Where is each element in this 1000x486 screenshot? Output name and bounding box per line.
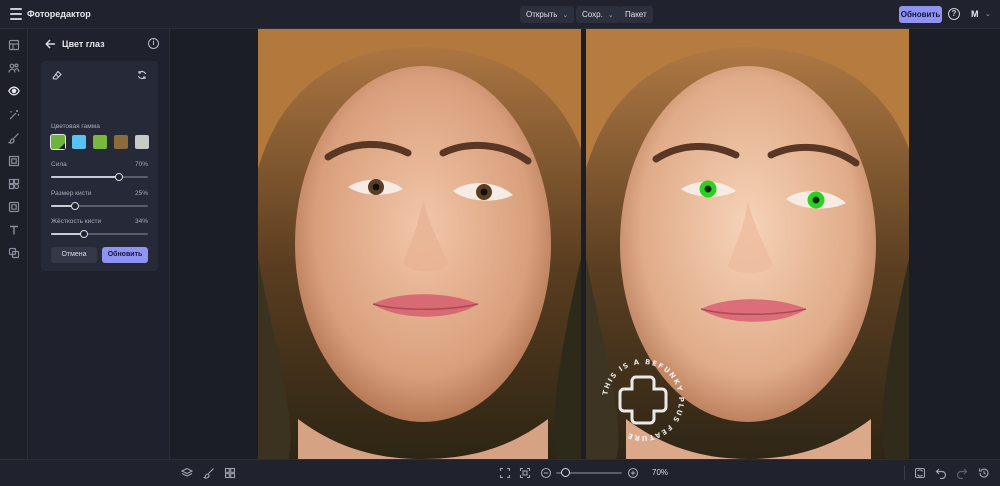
divider bbox=[904, 466, 905, 480]
canvas-area[interactable] bbox=[171, 29, 1000, 459]
hamburger-menu-icon[interactable] bbox=[10, 8, 22, 20]
history-icon[interactable] bbox=[978, 467, 990, 479]
save-menu-button[interactable]: Сохр. ⌄ bbox=[576, 6, 620, 23]
brush-hardness-slider-handle[interactable] bbox=[79, 230, 88, 238]
app-title: Фоторедактор bbox=[27, 9, 91, 19]
graphics-icon[interactable] bbox=[8, 178, 20, 190]
zoom-out-icon[interactable] bbox=[540, 467, 552, 479]
befunky-plus-badge-icon: THIS IS A BEFUNKY PLUS FEATURE bbox=[601, 358, 685, 442]
texture-icon[interactable] bbox=[8, 247, 20, 259]
zoom-slider-handle[interactable] bbox=[561, 468, 570, 477]
strength-slider[interactable] bbox=[51, 173, 148, 181]
layers-stack-icon[interactable] bbox=[181, 467, 193, 479]
strength-value: 70% bbox=[134, 161, 148, 168]
fit-to-screen-icon[interactable] bbox=[499, 467, 511, 479]
brush-size-value: 25% bbox=[134, 190, 148, 197]
apply-button[interactable]: Обновить bbox=[102, 247, 148, 263]
photo-before[interactable] bbox=[258, 29, 581, 459]
open-menu-button[interactable]: Открыть ⌄ bbox=[520, 6, 575, 23]
chevron-down-icon: ⌄ bbox=[562, 12, 569, 19]
palette-label: Цветовая гамма bbox=[51, 123, 100, 130]
brush-icon[interactable] bbox=[8, 132, 20, 144]
swatch-blue[interactable] bbox=[72, 135, 86, 149]
tool-rail bbox=[0, 29, 28, 486]
custom-color-corner-icon bbox=[59, 143, 65, 149]
redo-icon[interactable] bbox=[956, 467, 968, 479]
portrait-before-image bbox=[258, 29, 581, 459]
actual-size-icon[interactable] bbox=[519, 467, 531, 479]
chevron-down-icon: ⌄ bbox=[607, 12, 614, 19]
text-icon[interactable] bbox=[8, 224, 20, 236]
chevron-down-icon[interactable]: ⌄ bbox=[985, 10, 991, 18]
panel-title: Цвет глаз bbox=[62, 39, 105, 49]
brush-hardness-label: Жёсткость кисти bbox=[51, 218, 102, 225]
top-bar: Фоторедактор Открыть ⌄ Сохр. ⌄ Пакет Обнов… bbox=[0, 0, 1000, 29]
open-menu-label: Открыть bbox=[526, 10, 558, 19]
reset-icon[interactable] bbox=[134, 68, 150, 82]
brush-tool-icon[interactable] bbox=[203, 467, 215, 479]
portrait-touchup-icon[interactable] bbox=[8, 62, 20, 74]
eye-icon[interactable] bbox=[8, 85, 20, 97]
zoom-in-icon[interactable] bbox=[627, 467, 639, 479]
batch-label: Пакет bbox=[625, 10, 647, 19]
strength-label: Сила bbox=[51, 161, 67, 168]
strength-slider-handle[interactable] bbox=[114, 173, 123, 181]
grid-view-icon[interactable] bbox=[224, 467, 236, 479]
help-icon[interactable]: ? bbox=[948, 8, 960, 20]
cancel-button[interactable]: Отмена bbox=[51, 247, 97, 263]
upgrade-button[interactable]: Обновить bbox=[899, 6, 942, 23]
user-avatar[interactable]: M bbox=[971, 9, 979, 19]
compare-icon[interactable] bbox=[914, 467, 926, 479]
eye-color-panel: Цвет глаз i Цветовая гамма Сила 70% Разм… bbox=[29, 29, 170, 486]
frame-icon[interactable] bbox=[8, 155, 20, 167]
layers-icon[interactable] bbox=[8, 201, 20, 213]
settings-card: Цветовая гамма Сила 70% Размер кисти 25%… bbox=[41, 61, 158, 271]
swatch-brown[interactable] bbox=[114, 135, 128, 149]
undo-icon[interactable] bbox=[935, 467, 947, 479]
brush-size-slider[interactable] bbox=[51, 202, 148, 210]
swatch-green[interactable] bbox=[93, 135, 107, 149]
magic-wand-icon[interactable] bbox=[8, 109, 20, 121]
save-menu-label: Сохр. bbox=[582, 10, 603, 19]
swatch-custom-color[interactable] bbox=[51, 135, 65, 149]
strength-slider-fill bbox=[51, 176, 119, 178]
batch-button[interactable]: Пакет bbox=[619, 6, 653, 23]
brush-hardness-slider[interactable] bbox=[51, 230, 148, 238]
brush-size-slider-handle[interactable] bbox=[71, 202, 80, 210]
watermark-text: THIS IS A BEFUNKY PLUS FEATURE bbox=[601, 358, 683, 442]
back-arrow-icon[interactable] bbox=[45, 39, 56, 49]
zoom-level: 70% bbox=[652, 468, 669, 477]
brush-hardness-value: 34% bbox=[134, 218, 148, 225]
brush-size-label: Размер кисти bbox=[51, 190, 92, 197]
bottom-bar: 70% bbox=[0, 459, 1000, 486]
eraser-icon[interactable] bbox=[49, 68, 65, 82]
swatch-gray[interactable] bbox=[135, 135, 149, 149]
plus-feature-watermark: THIS IS A BEFUNKY PLUS FEATURE bbox=[598, 355, 688, 445]
crop-icon[interactable] bbox=[8, 39, 20, 51]
info-icon[interactable]: i bbox=[148, 38, 159, 49]
svg-text:THIS IS A BEFUNKY PLUS FEATURE: THIS IS A BEFUNKY PLUS FEATURE bbox=[601, 358, 685, 442]
